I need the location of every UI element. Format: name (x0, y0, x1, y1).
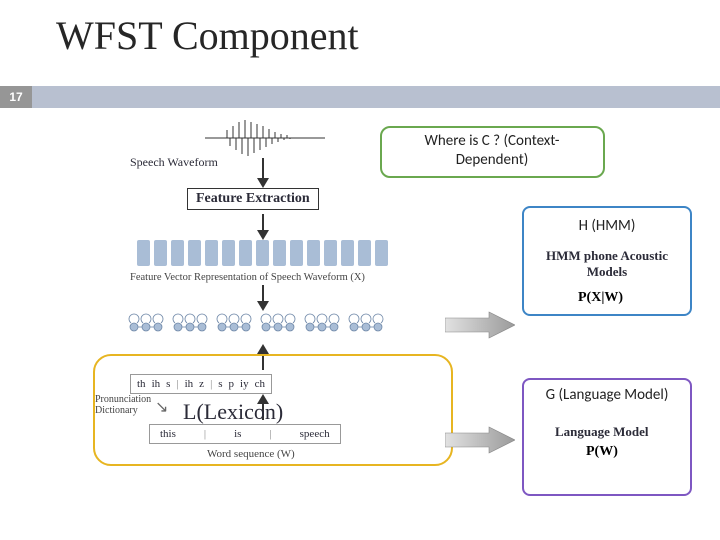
callout-g-lm: G (Language Model) (528, 382, 686, 409)
speech-waveform-label: Speech Waveform (130, 155, 218, 170)
feature-bar (290, 240, 303, 266)
feature-extraction-box: Feature Extraction (187, 188, 319, 210)
feature-bar (307, 240, 320, 266)
callout-l-lexicon: L(Lexicon) (175, 394, 291, 430)
language-model-label: Language Model (555, 424, 649, 440)
feature-bar (375, 240, 388, 266)
page-title: WFST Component (0, 0, 720, 73)
feature-bar (341, 240, 354, 266)
arrow-down-icon (255, 158, 271, 188)
feature-bar (171, 240, 184, 266)
feature-vector-row (137, 240, 388, 266)
feature-bar (205, 240, 218, 266)
callout-h-hmm: H (HMM) (526, 213, 688, 240)
callout-c-context: Where is C ? (Context-Dependent) (392, 128, 592, 174)
arrow-down-icon (255, 214, 271, 240)
pw-label: P(W) (586, 444, 618, 460)
feature-bar (137, 240, 150, 266)
hmm-phone-models-label: HMM phone Acoustic Models (542, 248, 672, 280)
hmm-state-row-graphic (128, 312, 408, 342)
feature-bar (154, 240, 167, 266)
arrow-down-icon (255, 285, 271, 311)
feature-bar (358, 240, 371, 266)
gradient-arrow-right-icon (445, 310, 515, 340)
feature-bar (222, 240, 235, 266)
speech-waveform-graphic (205, 120, 325, 156)
pxw-label: P(X|W) (578, 290, 623, 306)
feature-bar (239, 240, 252, 266)
title-underline-bar (0, 86, 720, 108)
feature-bar (188, 240, 201, 266)
feature-bar (273, 240, 286, 266)
feature-bar (256, 240, 269, 266)
feature-bar (324, 240, 337, 266)
slide-number-badge: 17 (0, 86, 32, 108)
feature-vector-label: Feature Vector Representation of Speech … (130, 272, 365, 283)
gradient-arrow-right-icon (445, 425, 515, 455)
